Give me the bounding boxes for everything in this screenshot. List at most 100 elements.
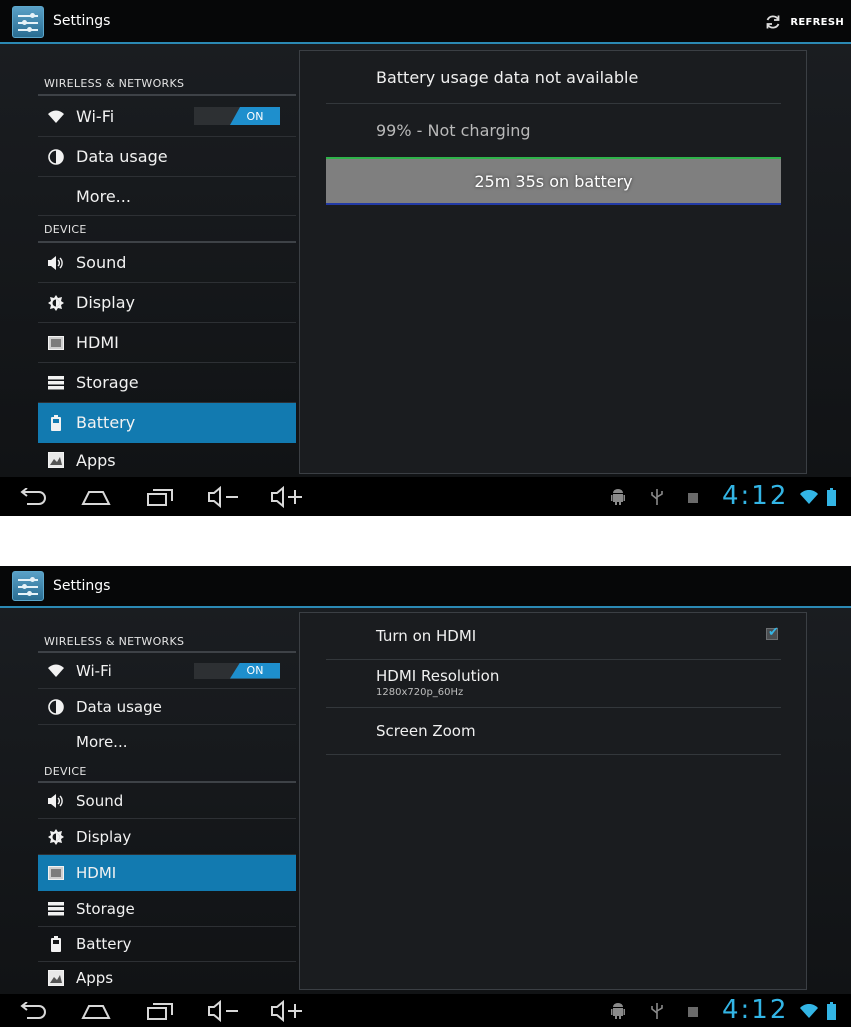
refresh-label: REFRESH [790,16,844,28]
sidebar-item-hdmi[interactable]: HDMI [38,855,296,891]
wifi-toggle[interactable]: ON [194,107,280,125]
sidebar-item-label: Storage [76,899,135,918]
apps-icon [46,452,66,468]
sidebar-item-sound[interactable]: Sound [38,783,296,819]
charge-status: 99% - Not charging [376,121,531,140]
sidebar-item-more[interactable]: More... [38,177,296,216]
battery-icon [46,414,66,431]
battery-detail-panel: Battery usage data not available 99% - N… [299,50,807,474]
system-navigation-bar: 4:12 [0,477,851,516]
battery-icon [46,936,66,952]
hdmi-resolution-value: 1280x720p_60Hz [376,687,464,698]
action-bar: Settings REFRESH [0,0,851,44]
volume-down-icon [208,486,238,508]
sidebar-item-data-usage[interactable]: Data usage [38,137,296,177]
sidebar-item-label: Data usage [76,697,162,716]
volume-down-icon [208,1000,238,1022]
sidebar-item-label: Wi-Fi [76,661,112,680]
storage-icon [46,901,66,916]
brightness-icon [46,828,66,845]
storage-icon [46,375,66,390]
sidebar-item-battery[interactable]: Battery [38,927,296,962]
hdmi-resolution-label: HDMI Resolution [376,667,500,685]
back-icon [20,1002,46,1019]
refresh-icon [767,15,780,29]
sidebar-item-storage[interactable]: Storage [38,363,296,403]
status-clock[interactable]: 4:12 [722,481,788,511]
back-button[interactable] [16,1000,48,1022]
turn-on-hdmi-row[interactable]: Turn on HDMI ✔ [326,613,781,660]
volume-up-button[interactable] [268,999,304,1023]
app-title: Settings [53,13,111,29]
action-bar: Settings [0,566,851,608]
home-button[interactable] [80,1000,112,1022]
sidebar-item-label: Apps [76,450,116,470]
sidebar-item-label: Data usage [76,147,168,166]
usb-icon[interactable] [650,489,664,505]
charge-status-row: 99% - Not charging [326,103,781,153]
back-button[interactable] [16,486,48,508]
sidebar-item-label: Battery [76,413,136,432]
sidebar-item-label: Sound [76,253,127,272]
battery-history-graph[interactable]: 25m 35s on battery [326,157,781,205]
settings-app-icon[interactable] [12,6,44,38]
checkmark-icon: ✔ [768,625,779,640]
settings-sidebar: WIRELESS & NETWORKS Wi-Fi ON Data usage … [38,46,296,477]
wifi-icon [46,110,66,123]
battery-settings-screen: Settings REFRESH WIRELESS & NETWORKS Wi-… [0,0,851,516]
volume-up-button[interactable] [268,485,304,509]
apps-icon [46,970,66,986]
wifi-toggle-state: ON [230,107,280,125]
sidebar-item-apps[interactable]: Apps [38,962,296,994]
brightness-icon [46,294,66,311]
system-navigation-bar: 4:12 [0,994,851,1027]
sidebar-item-label: Storage [76,373,139,392]
screen-zoom-row[interactable]: Screen Zoom [326,707,781,755]
hdmi-resolution-row[interactable]: HDMI Resolution 1280x720p_60Hz [326,659,781,708]
battery-status-icon [825,1001,837,1021]
volume-down-button[interactable] [205,485,241,509]
recent-apps-button[interactable] [144,1000,176,1022]
sd-card-icon[interactable] [688,1006,698,1017]
sidebar-item-data-usage[interactable]: Data usage [38,689,296,725]
sidebar-item-label: More... [76,733,128,751]
recent-apps-button[interactable] [144,486,176,508]
android-debug-icon[interactable] [610,1003,626,1019]
data-usage-icon [46,698,66,715]
hdmi-icon [46,865,66,880]
home-button[interactable] [80,486,112,508]
sidebar-item-wifi[interactable]: Wi-Fi ON [38,96,296,137]
settings-app-icon[interactable] [12,571,44,601]
volume-up-icon [271,1000,302,1022]
home-icon [81,491,111,505]
android-debug-icon[interactable] [610,489,626,505]
sd-card-icon[interactable] [688,492,698,503]
sidebar-item-sound[interactable]: Sound [38,243,296,283]
speaker-icon [46,255,66,271]
sidebar-item-label: Sound [76,791,124,810]
data-usage-icon [46,148,66,165]
wifi-icon [46,664,66,677]
sidebar-item-storage[interactable]: Storage [38,891,296,927]
sidebar-item-hdmi[interactable]: HDMI [38,323,296,363]
hdmi-icon [46,335,66,350]
wifi-toggle[interactable]: ON [194,662,280,679]
back-icon [20,488,46,505]
sidebar-item-display[interactable]: Display [38,283,296,323]
sidebar-item-apps[interactable]: Apps [38,443,296,477]
battery-usage-status: Battery usage data not available [376,68,639,87]
usb-icon[interactable] [650,1003,664,1019]
sidebar-item-display[interactable]: Display [38,819,296,855]
recent-apps-icon [147,1003,173,1020]
volume-down-button[interactable] [205,999,241,1023]
turn-on-hdmi-checkbox[interactable]: ✔ [766,625,779,640]
sidebar-item-wifi[interactable]: Wi-Fi ON [38,653,296,689]
hdmi-detail-panel: Turn on HDMI ✔ HDMI Resolution 1280x720p… [299,612,807,990]
sidebar-item-more[interactable]: More... [38,725,296,759]
refresh-button[interactable]: REFRESH [764,12,844,32]
sidebar-item-battery[interactable]: Battery [38,403,296,443]
volume-up-icon [271,486,302,508]
wifi-toggle-state: ON [230,662,280,679]
status-clock[interactable]: 4:12 [722,995,788,1025]
recent-apps-icon [147,489,173,506]
